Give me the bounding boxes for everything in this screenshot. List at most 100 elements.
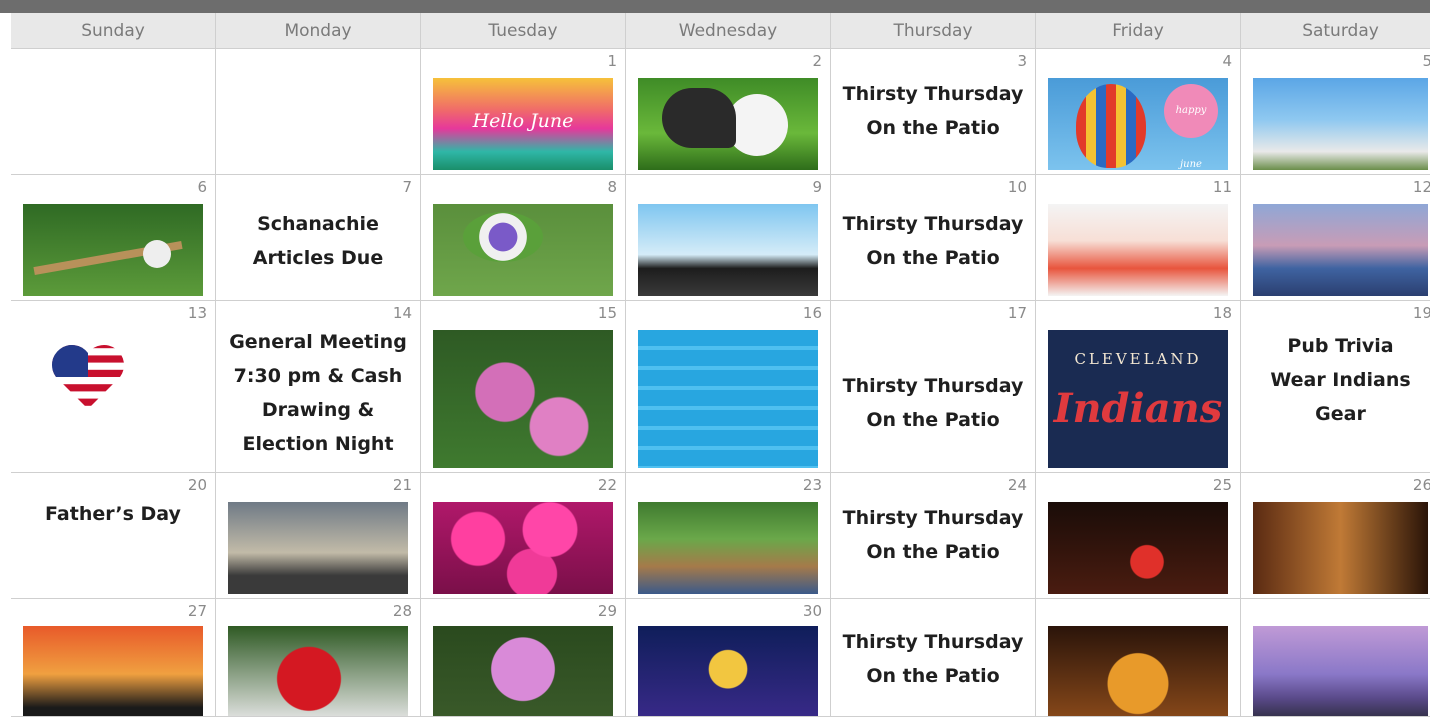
day-cell[interactable]: 10 Thirsty Thursday On the Patio	[831, 175, 1036, 301]
event-line: 7:30 pm & Cash	[233, 365, 403, 387]
event-line: Thirsty Thursday	[842, 507, 1024, 529]
day-cell[interactable]: 21	[216, 473, 421, 599]
top-bar	[0, 0, 1430, 13]
day-cell[interactable]: Thirsty Thursday On the Patio	[831, 599, 1036, 717]
day-number: 30	[802, 602, 822, 620]
day-number: 1	[607, 52, 617, 70]
day-cell[interactable]: 16	[626, 301, 831, 473]
weekday-header-wednesday: Wednesday	[626, 13, 831, 49]
event-image: CLEVELAND Indians	[1048, 330, 1228, 468]
weekday-header-sunday: Sunday	[11, 13, 216, 49]
day-cell[interactable]: 13	[11, 301, 216, 473]
day-cell[interactable]: 28	[216, 599, 421, 717]
day-number: 16	[802, 304, 822, 322]
day-cell[interactable]: 15	[421, 301, 626, 473]
event-image	[1048, 502, 1228, 594]
event-image: happy june	[1048, 78, 1228, 170]
day-number: 13	[187, 304, 207, 322]
calendar-grid: Sunday Monday Tuesday Wednesday Thursday…	[11, 13, 1430, 717]
day-cell[interactable]: 14 General Meeting 7:30 pm & Cash Drawin…	[216, 301, 421, 473]
event-line: Thirsty Thursday	[842, 213, 1024, 235]
day-cell[interactable]: 30	[626, 599, 831, 717]
day-cell[interactable]: 6	[11, 175, 216, 301]
day-cell[interactable]	[216, 49, 421, 175]
day-number: 19	[1412, 304, 1430, 322]
day-cell[interactable]: 12	[1241, 175, 1430, 301]
day-cell[interactable]: 5	[1241, 49, 1430, 175]
event-line: Pub Trivia	[1287, 335, 1394, 357]
happy-june-badge: happy june	[1164, 84, 1218, 170]
day-number: 21	[392, 476, 412, 494]
day-cell[interactable]	[11, 49, 216, 175]
event-line: On the Patio	[866, 541, 1000, 563]
event-line: Father’s Day	[45, 503, 181, 525]
day-cell[interactable]: 20 Father’s Day	[11, 473, 216, 599]
day-number: 14	[392, 304, 412, 322]
event-image	[638, 626, 818, 716]
day-number: 6	[197, 178, 207, 196]
day-cell[interactable]: 25	[1036, 473, 1241, 599]
flag-heart-icon	[52, 345, 124, 409]
event-image	[433, 626, 613, 716]
event-line: On the Patio	[866, 247, 1000, 269]
event-line: On the Patio	[866, 117, 1000, 139]
event-image	[1253, 78, 1428, 170]
day-number: 27	[187, 602, 207, 620]
event-title: Thirsty Thursday On the Patio	[831, 501, 1035, 569]
day-cell[interactable]: 27	[11, 599, 216, 717]
event-image	[1048, 204, 1228, 296]
day-number: 10	[1007, 178, 1027, 196]
day-cell[interactable]	[1036, 599, 1241, 717]
event-image	[1253, 502, 1428, 594]
day-cell[interactable]: 3 Thirsty Thursday On the Patio	[831, 49, 1036, 175]
day-number: 25	[1212, 476, 1232, 494]
balloon-icon	[1076, 84, 1146, 168]
event-line: Election Night	[242, 433, 394, 455]
day-cell[interactable]: 1 Hello June	[421, 49, 626, 175]
event-title: Thirsty Thursday On the Patio	[831, 207, 1035, 275]
day-number: 26	[1412, 476, 1430, 494]
day-number: 20	[187, 476, 207, 494]
event-image	[1048, 626, 1228, 716]
event-line: Wear Indians	[1270, 369, 1411, 391]
event-line: On the Patio	[866, 665, 1000, 687]
day-cell[interactable]: 17 Thirsty Thursday On the Patio	[831, 301, 1036, 473]
event-image	[433, 330, 613, 468]
day-cell[interactable]	[1241, 599, 1430, 717]
day-cell[interactable]: 24 Thirsty Thursday On the Patio	[831, 473, 1036, 599]
day-cell[interactable]: 4 happy june	[1036, 49, 1241, 175]
day-cell[interactable]: 2	[626, 49, 831, 175]
day-cell[interactable]: 7 Schanachie Articles Due	[216, 175, 421, 301]
event-title: General Meeting 7:30 pm & Cash Drawing &…	[216, 325, 420, 461]
day-cell[interactable]: 11	[1036, 175, 1241, 301]
weekday-header-tuesday: Tuesday	[421, 13, 626, 49]
event-image	[433, 502, 613, 594]
event-line: Schanachie	[257, 213, 379, 235]
event-line: On the Patio	[866, 409, 1000, 431]
day-cell[interactable]: 29	[421, 599, 626, 717]
event-image	[23, 204, 203, 296]
day-cell[interactable]: 19 Pub Trivia Wear Indians Gear	[1241, 301, 1430, 473]
day-number: 22	[597, 476, 617, 494]
day-number: 29	[597, 602, 617, 620]
event-title: Pub Trivia Wear Indians Gear	[1241, 329, 1430, 431]
event-image	[228, 626, 408, 716]
event-image	[1253, 626, 1428, 716]
indians-logo-text: Indians	[1053, 385, 1223, 432]
day-number: 12	[1412, 178, 1430, 196]
day-cell[interactable]: 18 CLEVELAND Indians	[1036, 301, 1241, 473]
day-number: 23	[802, 476, 822, 494]
day-number: 9	[812, 178, 822, 196]
day-cell[interactable]: 8	[421, 175, 626, 301]
event-image	[433, 204, 613, 296]
day-number: 8	[607, 178, 617, 196]
event-image	[228, 502, 408, 594]
bouquet-icon	[463, 212, 543, 262]
day-cell[interactable]: 22	[421, 473, 626, 599]
event-title: Schanachie Articles Due	[216, 207, 420, 275]
golf-club-icon	[662, 88, 736, 148]
day-cell[interactable]: 9	[626, 175, 831, 301]
day-cell[interactable]: 23	[626, 473, 831, 599]
day-cell[interactable]: 26	[1241, 473, 1430, 599]
event-title: Father’s Day	[11, 497, 215, 531]
